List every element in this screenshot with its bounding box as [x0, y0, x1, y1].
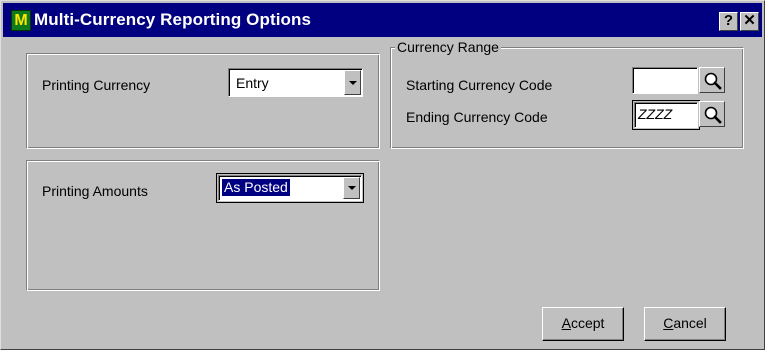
cancel-label-rest: ancel: [673, 315, 707, 331]
accept-mnemonic: A: [561, 315, 571, 331]
app-icon: M: [11, 10, 31, 31]
chevron-down-icon: [348, 186, 356, 190]
close-button[interactable]: ✕: [740, 12, 759, 31]
printing-amounts-value: As Posted: [221, 178, 291, 197]
printing-amounts-dropdown-button[interactable]: [343, 177, 360, 199]
help-button[interactable]: ?: [719, 12, 738, 31]
cancel-mnemonic: C: [663, 315, 674, 331]
currency-range-legend: Currency Range: [395, 39, 501, 55]
magnifier-icon: [704, 72, 722, 90]
title-bar[interactable]: M Multi-Currency Reporting Options ? ✕: [3, 3, 762, 37]
magnifier-icon: [704, 106, 722, 124]
window-title: Multi-Currency Reporting Options: [34, 10, 312, 29]
printing-currency-value: Entry: [236, 75, 269, 91]
starting-currency-code-label: Starting Currency Code: [406, 77, 553, 93]
cancel-button[interactable]: Cancel: [644, 307, 726, 341]
accept-label-rest: ccept: [570, 315, 605, 331]
accept-button[interactable]: Accept: [542, 307, 624, 341]
printing-currency-select[interactable]: Entry: [228, 68, 363, 97]
printing-amounts-label: Printing Amounts: [42, 183, 148, 199]
dialog-window: M Multi-Currency Reporting Options ? ✕ P…: [0, 0, 765, 350]
starting-code-lookup-button[interactable]: [699, 67, 725, 93]
ending-currency-code-input[interactable]: ZZZZ: [634, 102, 698, 128]
ending-currency-code-label: Ending Currency Code: [406, 109, 548, 125]
starting-currency-code-input[interactable]: [632, 67, 698, 94]
currency-range-group: [390, 47, 744, 149]
ending-code-lookup-button[interactable]: [699, 101, 725, 127]
printing-amounts-select[interactable]: As Posted: [218, 175, 362, 201]
printing-currency-label: Printing Currency: [42, 77, 151, 93]
printing-currency-dropdown-button[interactable]: [344, 70, 361, 95]
chevron-down-icon: [349, 81, 357, 85]
